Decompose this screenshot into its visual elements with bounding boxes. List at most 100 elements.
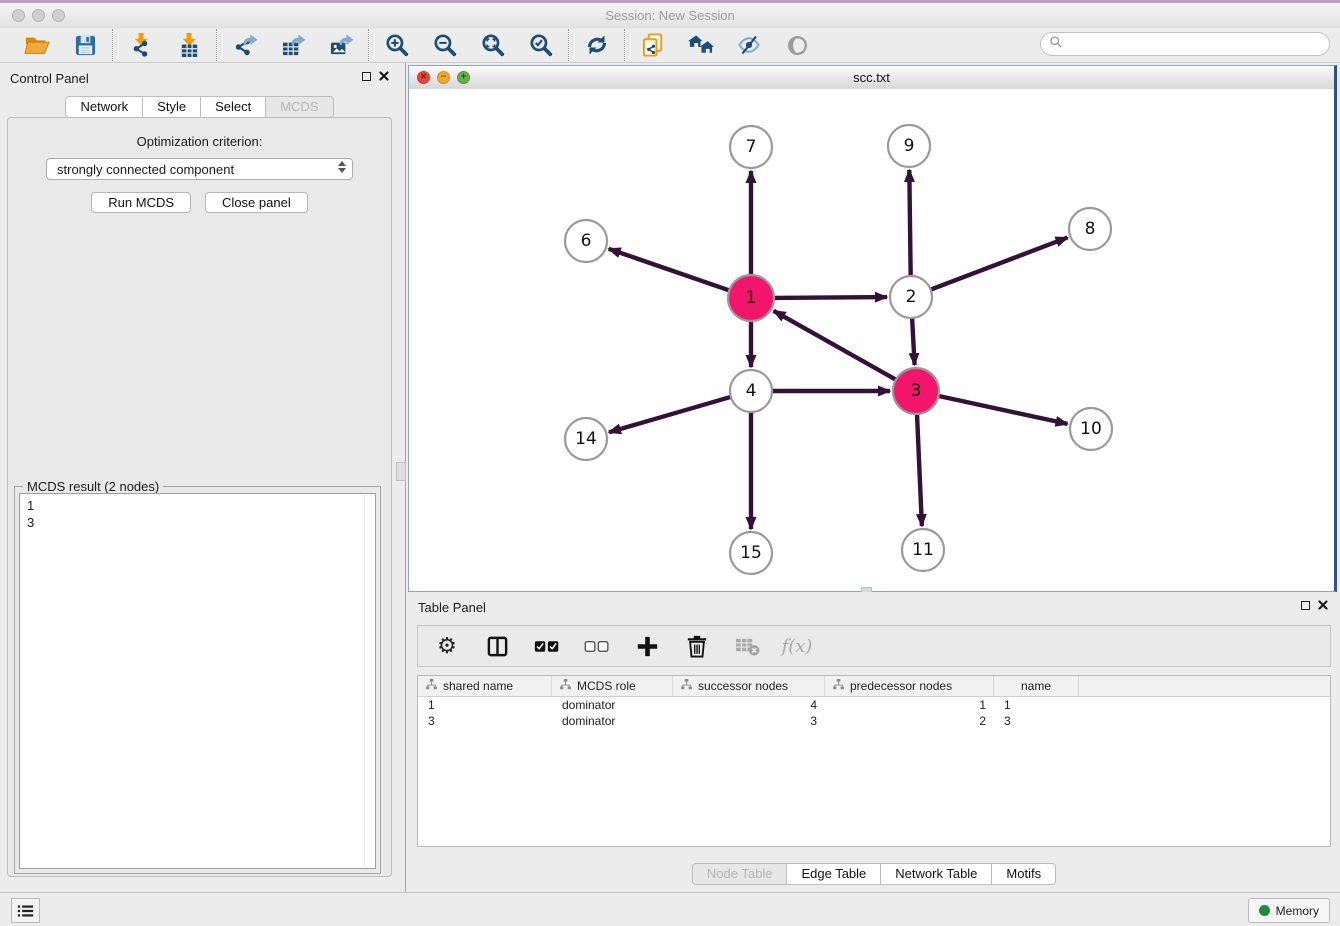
show-graphics-details-icon[interactable] bbox=[735, 31, 763, 59]
table-cell[interactable]: 3 bbox=[994, 714, 1079, 728]
import-table-icon[interactable] bbox=[175, 31, 203, 59]
add-column-icon[interactable] bbox=[634, 633, 660, 659]
node-2[interactable]: 2 bbox=[890, 276, 932, 318]
table-row[interactable]: 3dominator323 bbox=[418, 713, 1330, 729]
node-8[interactable]: 8 bbox=[1069, 208, 1111, 250]
toolbar-group bbox=[570, 31, 624, 59]
close-table-panel-icon[interactable] bbox=[1318, 600, 1328, 610]
list-icon bbox=[17, 904, 34, 918]
svg-text:1: 1 bbox=[746, 288, 757, 308]
column-header-shared-name[interactable]: shared name bbox=[418, 676, 552, 696]
close-panel-icon[interactable] bbox=[379, 71, 389, 81]
edge-2-8[interactable] bbox=[929, 238, 1068, 291]
tab-node-table[interactable]: Node Table bbox=[692, 863, 788, 885]
node-9[interactable]: 9 bbox=[888, 125, 930, 167]
close-panel-button[interactable]: Close panel bbox=[205, 192, 308, 213]
tab-style[interactable]: Style bbox=[143, 96, 201, 118]
tab-network-table[interactable]: Network Table bbox=[881, 863, 992, 885]
column-header-predecessor-nodes[interactable]: predecessor nodes bbox=[825, 676, 994, 696]
toolbar-group bbox=[370, 31, 568, 59]
run-mcds-button[interactable]: Run MCDS bbox=[91, 192, 191, 213]
column-header-name[interactable]: name bbox=[994, 676, 1079, 696]
table-cell[interactable]: dominator bbox=[552, 698, 673, 712]
svg-text:4: 4 bbox=[746, 381, 757, 401]
zoom-selected-icon[interactable] bbox=[527, 31, 555, 59]
tab-mcds[interactable]: MCDS bbox=[266, 96, 333, 118]
zoom-out-icon[interactable] bbox=[431, 31, 459, 59]
table-cell[interactable]: 1 bbox=[418, 698, 552, 712]
open-session-icon[interactable] bbox=[23, 31, 51, 59]
bird-eye-view-icon bbox=[783, 31, 811, 59]
edge-3-1[interactable] bbox=[774, 311, 898, 381]
panel-splitter-handle[interactable] bbox=[396, 462, 406, 481]
float-panel-icon[interactable] bbox=[362, 72, 371, 81]
edge-2-9[interactable] bbox=[909, 170, 910, 278]
table-cell[interactable]: 2 bbox=[825, 714, 994, 728]
table-settings-icon[interactable]: ⚙ bbox=[434, 633, 460, 659]
apply-layout-icon[interactable] bbox=[583, 31, 611, 59]
node-14[interactable]: 14 bbox=[565, 418, 607, 460]
table-cell[interactable]: 4 bbox=[673, 698, 825, 712]
import-network-icon[interactable] bbox=[127, 31, 155, 59]
edge-1-2[interactable] bbox=[772, 297, 887, 298]
tab-edge-table[interactable]: Edge Table bbox=[787, 863, 881, 885]
export-table-icon[interactable] bbox=[279, 31, 307, 59]
search-input[interactable] bbox=[1068, 34, 1329, 54]
edge-1-6[interactable] bbox=[609, 249, 732, 291]
float-table-panel-icon[interactable] bbox=[1301, 601, 1310, 610]
optimization-criterion-select[interactable]: strongly connected component bbox=[46, 158, 353, 180]
node-3[interactable]: 3 bbox=[893, 368, 939, 414]
tab-motifs[interactable]: Motifs bbox=[992, 863, 1056, 885]
svg-text:8: 8 bbox=[1085, 219, 1096, 239]
column-layout-icon[interactable] bbox=[484, 633, 510, 659]
status-bar: Memory bbox=[0, 892, 1340, 926]
save-session-icon[interactable] bbox=[71, 31, 99, 59]
select-stepper-icon bbox=[338, 161, 346, 173]
node-4[interactable]: 4 bbox=[730, 370, 772, 412]
table-row[interactable]: 1dominator411 bbox=[418, 697, 1330, 713]
table-cell[interactable]: 3 bbox=[673, 714, 825, 728]
export-image-icon[interactable] bbox=[327, 31, 355, 59]
svg-text:9: 9 bbox=[904, 136, 915, 156]
new-network-from-selection-icon[interactable] bbox=[639, 31, 667, 59]
mcds-result-list[interactable]: 13 bbox=[19, 493, 376, 869]
node-table: shared name MCDS rolesuccessor nodesprede… bbox=[417, 675, 1331, 847]
edge-3-10[interactable] bbox=[937, 396, 1068, 424]
search-box[interactable] bbox=[1040, 32, 1330, 56]
toolbar-group bbox=[10, 31, 112, 59]
tab-select[interactable]: Select bbox=[201, 96, 266, 118]
node-10[interactable]: 10 bbox=[1070, 408, 1112, 450]
delete-column-icon[interactable] bbox=[684, 633, 710, 659]
table-cell[interactable]: 1 bbox=[994, 698, 1079, 712]
node-6[interactable]: 6 bbox=[565, 220, 607, 262]
column-header-label: shared name bbox=[443, 679, 513, 693]
column-header-successor-nodes[interactable]: successor nodes bbox=[673, 676, 825, 696]
select-all-columns-icon[interactable] bbox=[534, 633, 560, 659]
zoom-in-icon[interactable] bbox=[383, 31, 411, 59]
node-7[interactable]: 7 bbox=[730, 126, 772, 168]
table-cell[interactable]: 3 bbox=[418, 714, 552, 728]
memory-button[interactable]: Memory bbox=[1248, 898, 1330, 923]
task-history-button[interactable] bbox=[11, 898, 40, 923]
column-header-mcds-role[interactable]: MCDS role bbox=[552, 676, 673, 696]
mcds-result-node: 3 bbox=[27, 514, 375, 531]
result-scrollbar[interactable] bbox=[364, 495, 374, 867]
network-canvas[interactable]: 7 9 6 8 1 2 4 3 14 10 15 11 bbox=[409, 89, 1334, 591]
deselect-all-columns-icon[interactable] bbox=[584, 633, 610, 659]
search-icon bbox=[1049, 35, 1063, 54]
network-window-titlebar[interactable]: × − + scc.txt bbox=[409, 66, 1334, 90]
network-graph[interactable]: 7 9 6 8 1 2 4 3 14 10 15 11 bbox=[409, 89, 1335, 590]
column-header-label: name bbox=[1021, 679, 1051, 693]
edge-2-3[interactable] bbox=[912, 316, 915, 365]
first-neighbors-icon[interactable] bbox=[687, 31, 715, 59]
tab-network[interactable]: Network bbox=[65, 96, 143, 118]
edge-3-11[interactable] bbox=[917, 412, 922, 526]
table-cell[interactable]: 1 bbox=[825, 698, 994, 712]
table-cell[interactable]: dominator bbox=[552, 714, 673, 728]
export-network-icon[interactable] bbox=[231, 31, 259, 59]
node-11[interactable]: 11 bbox=[902, 529, 944, 571]
node-1[interactable]: 1 bbox=[728, 275, 774, 321]
node-15[interactable]: 15 bbox=[730, 532, 772, 574]
zoom-fit-icon[interactable] bbox=[479, 31, 507, 59]
edge-4-14[interactable] bbox=[609, 396, 733, 432]
